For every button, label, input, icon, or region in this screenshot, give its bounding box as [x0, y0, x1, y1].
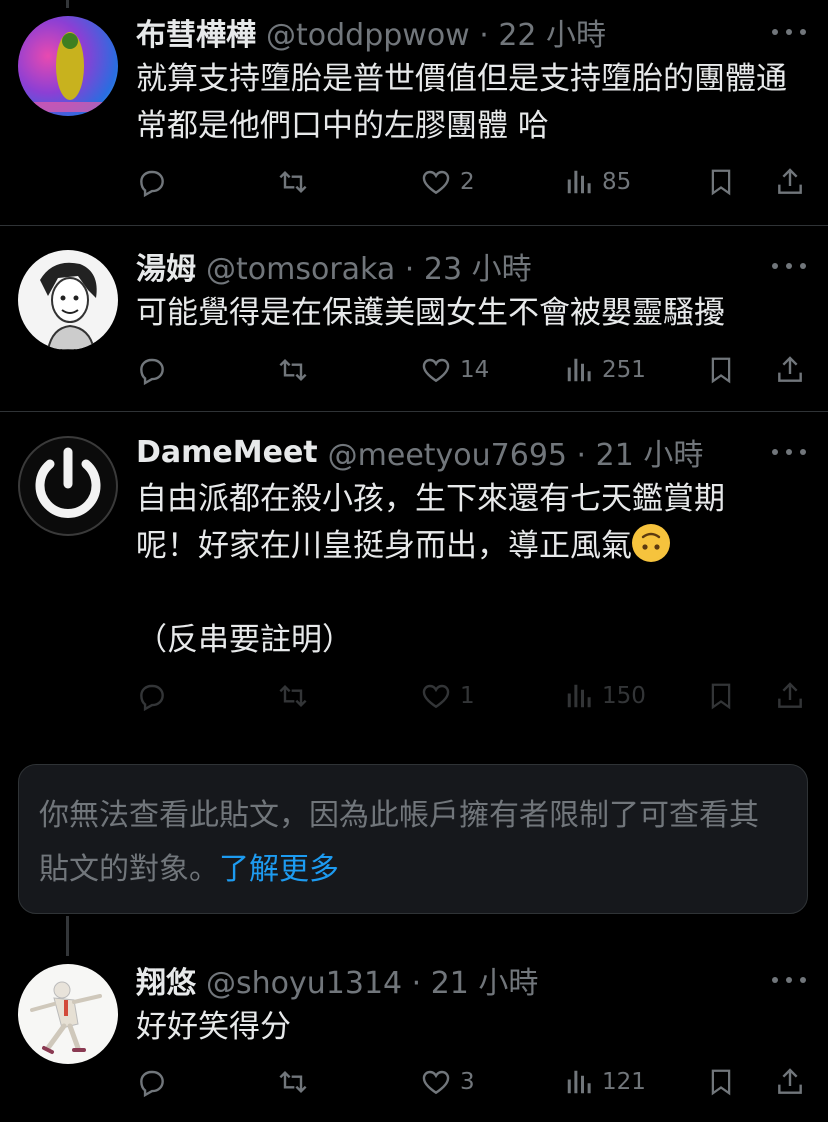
views-icon — [567, 1070, 591, 1094]
tweet[interactable]: 布彗樺樺 @toddppwow · 22 小時 就算支持墮胎是普世價值但是支持墮… — [0, 0, 828, 224]
views-icon — [567, 170, 591, 194]
bookmark-icon — [711, 1069, 731, 1096]
like-count: 2 — [460, 169, 475, 195]
reply-icon — [140, 684, 164, 712]
like-button[interactable]: 3 — [420, 1060, 475, 1104]
views-button[interactable]: 150 — [564, 674, 646, 718]
like-icon — [422, 684, 450, 709]
restricted-post-notice: 你無法查看此貼文，因為此帳戶擁有者限制了可查看其貼文的對象。了解更多 — [18, 764, 808, 914]
bookmark-icon — [711, 357, 731, 384]
more-icon[interactable] — [772, 970, 806, 990]
avatar[interactable] — [18, 964, 118, 1064]
like-count: 1 — [460, 683, 475, 709]
like-button[interactable]: 1 — [420, 674, 475, 718]
tweet-text: 可能覺得是在保護美國女生不會被嬰靈騷擾 — [136, 295, 725, 331]
like-button[interactable]: 14 — [420, 348, 489, 392]
learn-more-link[interactable]: 了解更多 — [219, 852, 339, 887]
handle-time[interactable]: @shoyu1314 · 21 小時 — [206, 960, 538, 1000]
bookmark-icon — [711, 683, 731, 710]
views-icon — [567, 358, 591, 382]
handle-time[interactable]: @tomsoraka · 23 小時 — [206, 246, 532, 286]
more-icon[interactable] — [772, 442, 806, 462]
like-icon — [422, 170, 450, 195]
bookmark-button[interactable] — [706, 160, 736, 204]
restricted-notice-text: 你無法查看此貼文，因為此帳戶擁有者限制了可查看其貼文的對象。 — [39, 798, 759, 887]
tweet-text-span: 呢！好家在川皇挺身而出，導正風氣 — [136, 528, 632, 564]
tweet-text-line: （反串要註明） — [136, 622, 353, 658]
avatar[interactable] — [18, 436, 118, 536]
repost-button[interactable] — [276, 348, 310, 392]
repost-icon — [279, 358, 307, 382]
share-button[interactable] — [774, 348, 806, 392]
share-icon — [778, 682, 802, 708]
repost-button[interactable] — [276, 1060, 310, 1104]
repost-button[interactable] — [276, 160, 310, 204]
repost-icon — [279, 684, 307, 708]
bookmark-button[interactable] — [706, 1060, 736, 1104]
more-icon[interactable] — [772, 22, 806, 42]
share-button[interactable] — [774, 674, 806, 718]
reply-button[interactable] — [136, 1060, 168, 1104]
share-icon — [778, 356, 802, 382]
reply-icon — [140, 170, 164, 198]
display-name[interactable]: 湯姆 — [136, 246, 196, 286]
like-count: 14 — [460, 357, 490, 383]
share-icon — [778, 168, 802, 194]
tweet-text: 就算支持墮胎是普世價值但是支持墮胎的團體通常都是他們口中的左膠團體 哈 — [136, 61, 787, 144]
tweet-actions: 2 85 — [0, 160, 828, 204]
repost-button[interactable] — [276, 674, 310, 718]
reply-button[interactable] — [136, 674, 168, 718]
reply-button[interactable] — [136, 348, 168, 392]
reply-button[interactable] — [136, 160, 168, 204]
tweet-text: 自由派都在殺小孩，生下來還有七天鑑賞期 呢！好家在川皇挺身而出，導正風氣 （反串… — [136, 476, 798, 664]
views-count: 150 — [602, 683, 646, 709]
share-icon — [778, 1068, 802, 1094]
views-button[interactable]: 85 — [564, 160, 631, 204]
views-count: 85 — [602, 169, 632, 195]
views-button[interactable]: 251 — [564, 348, 646, 392]
display-name[interactable]: 布彗樺樺 — [136, 12, 256, 52]
tweet-text-line: 自由派都在殺小孩，生下來還有七天鑑賞期 — [136, 481, 725, 517]
tweet[interactable]: 翔悠 @shoyu1314 · 21 小時 好好笑得分 3 121 — [0, 950, 828, 1122]
views-count: 121 — [602, 1069, 646, 1095]
bookmark-icon — [711, 169, 731, 196]
tweet-actions: 1 150 — [0, 674, 828, 718]
like-icon — [422, 358, 450, 383]
like-icon — [422, 1070, 450, 1095]
views-count: 251 — [602, 357, 646, 383]
like-count: 3 — [460, 1069, 475, 1095]
upside-down-face-emoji — [632, 524, 670, 562]
views-button[interactable]: 121 — [564, 1060, 646, 1104]
avatar[interactable] — [18, 250, 118, 350]
bookmark-button[interactable] — [706, 674, 736, 718]
handle-time[interactable]: @toddppwow · 22 小時 — [266, 12, 606, 52]
avatar[interactable] — [18, 16, 118, 116]
display-name[interactable]: DameMeet — [136, 435, 318, 470]
reply-icon — [140, 1070, 164, 1098]
share-button[interactable] — [774, 1060, 806, 1104]
tweet-text: 好好笑得分 — [136, 1009, 291, 1045]
tweet-actions: 14 251 — [0, 348, 828, 392]
display-name[interactable]: 翔悠 — [136, 960, 196, 1000]
like-button[interactable]: 2 — [420, 160, 475, 204]
bookmark-button[interactable] — [706, 348, 736, 392]
share-button[interactable] — [774, 160, 806, 204]
tweet[interactable]: DameMeet @meetyou7695 · 21 小時 自由派都在殺小孩，生… — [0, 412, 828, 742]
more-icon[interactable] — [772, 256, 806, 276]
tweet[interactable]: 湯姆 @tomsoraka · 23 小時 可能覺得是在保護美國女生不會被嬰靈騷… — [0, 226, 828, 412]
repost-icon — [279, 170, 307, 194]
views-icon — [567, 684, 591, 708]
repost-icon — [279, 1070, 307, 1094]
reply-icon — [140, 358, 164, 386]
tweet-text-line: 呢！好家在川皇挺身而出，導正風氣 — [136, 523, 798, 570]
handle-time[interactable]: @meetyou7695 · 21 小時 — [328, 432, 704, 472]
tweet-actions: 3 121 — [0, 1060, 828, 1104]
